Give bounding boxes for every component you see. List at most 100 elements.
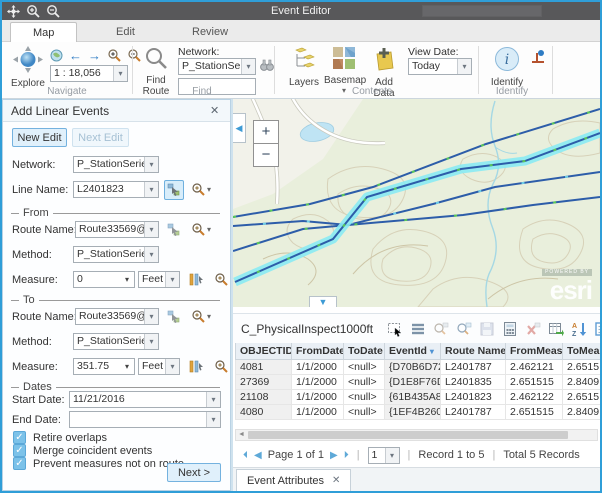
attribute-window-icon[interactable] bbox=[594, 321, 602, 337]
measure-picker-icon[interactable] bbox=[189, 272, 204, 287]
from-unit-combobox[interactable]: Feet ▾ bbox=[138, 271, 180, 288]
line-name-combobox[interactable]: L2401823 ▾ bbox=[73, 181, 159, 198]
field-calculator-icon[interactable] bbox=[502, 321, 518, 337]
identify-button[interactable]: i Identify bbox=[488, 46, 526, 88]
tab-close-icon[interactable]: ✕ bbox=[332, 475, 340, 486]
zoom-to-line-button[interactable]: ▾ bbox=[191, 182, 211, 196]
binoculars-icon[interactable] bbox=[260, 59, 274, 72]
from-route-combobox[interactable]: Route33569@Cent ▾ bbox=[75, 221, 159, 238]
delete-selected-icon[interactable] bbox=[525, 321, 541, 337]
view-date-dropdown-button[interactable]: ▾ bbox=[457, 59, 471, 74]
zoom-to-selection-icon[interactable] bbox=[433, 321, 449, 337]
col-eventid[interactable]: EventId ▾ bbox=[385, 343, 441, 360]
back-extent-icon[interactable]: ← bbox=[69, 49, 82, 62]
end-date-picker[interactable]: ▾ bbox=[69, 411, 221, 428]
first-page-button[interactable]: ⏴ bbox=[243, 450, 248, 461]
to-method-combobox[interactable]: P_StationSeries ▾ bbox=[73, 333, 159, 350]
prev-page-button[interactable]: ◀ bbox=[254, 450, 262, 461]
measure-picker-icon[interactable] bbox=[189, 359, 204, 374]
next-edit-button[interactable]: Next Edit bbox=[72, 128, 129, 147]
tab-review[interactable]: Review bbox=[170, 22, 250, 42]
line-name-dropdown-button[interactable]: ▾ bbox=[144, 182, 158, 197]
page-number-combobox[interactable]: 1 ▾ bbox=[368, 447, 400, 464]
col-todate[interactable]: ToDate bbox=[344, 343, 385, 360]
table-horizontal-scrollbar[interactable]: ◄ bbox=[235, 429, 598, 441]
page-number-caret[interactable]: ▾ bbox=[385, 448, 399, 463]
col-objectid[interactable]: OBJECTID bbox=[236, 343, 292, 360]
last-page-button[interactable]: ⏵ bbox=[344, 450, 349, 461]
map-zoom-in-button[interactable]: + bbox=[253, 120, 279, 144]
collapse-panel-left-button[interactable]: ◀ bbox=[233, 113, 246, 143]
network-dropdown-button[interactable]: ▾ bbox=[144, 157, 158, 172]
find-route-button[interactable]: Find Route ▾ bbox=[139, 46, 173, 106]
tab-map[interactable]: Map bbox=[10, 22, 77, 42]
collapse-table-button[interactable]: ▼ bbox=[309, 296, 337, 307]
from-route-dropdown-button[interactable]: ▾ bbox=[144, 222, 158, 237]
scrollbar-thumb[interactable] bbox=[248, 431, 568, 439]
from-method-dropdown-button[interactable]: ▾ bbox=[144, 247, 158, 262]
scale-combobox[interactable]: 1 : 18,056 ▾ bbox=[50, 65, 128, 82]
identify-route-location-icon[interactable] bbox=[530, 50, 546, 65]
sort-icon[interactable]: AZ bbox=[571, 321, 587, 337]
to-measure-combobox[interactable]: 351.75 ▾ bbox=[73, 358, 135, 375]
network-ribbon-combobox[interactable]: P_StationSeries ▾ bbox=[178, 58, 256, 75]
zoom-options-caret[interactable]: ▾ bbox=[207, 185, 211, 194]
zoom-options-caret[interactable]: ▾ bbox=[207, 312, 211, 321]
zoom-to-from-measure-button[interactable] bbox=[214, 272, 228, 291]
map-zoom-out-button[interactable]: − bbox=[253, 143, 279, 167]
show-selected-records-icon[interactable] bbox=[410, 321, 426, 337]
scale-dropdown-button[interactable]: ▾ bbox=[113, 66, 127, 81]
tab-edit[interactable]: Edit bbox=[94, 22, 157, 42]
full-extent-icon[interactable] bbox=[50, 49, 63, 62]
next-page-button[interactable]: ▶ bbox=[330, 450, 338, 461]
to-method-dropdown-button[interactable]: ▾ bbox=[144, 334, 158, 349]
select-to-route-button[interactable] bbox=[164, 307, 184, 327]
merge-coincident-checkbox[interactable]: ✓ bbox=[13, 444, 26, 457]
table-row[interactable]: 40801/1/2000<null>{1EF4B260-FL24017872.6… bbox=[236, 405, 601, 420]
map-view[interactable]: + − ◀ ▼ POWERED BY esri bbox=[233, 99, 600, 307]
network-ribbon-dropdown-button[interactable]: ▾ bbox=[241, 59, 255, 74]
select-features-icon[interactable] bbox=[387, 321, 403, 337]
view-date-combobox[interactable]: Today ▾ bbox=[408, 58, 472, 75]
to-route-dropdown-button[interactable]: ▾ bbox=[144, 309, 158, 324]
explore-button[interactable]: Explore bbox=[10, 46, 46, 89]
zoom-to-to-route-button[interactable]: ▾ bbox=[191, 309, 211, 323]
col-routename[interactable]: Route Name bbox=[441, 343, 506, 360]
pan-to-selection-icon[interactable] bbox=[456, 321, 472, 337]
to-route-combobox[interactable]: Route33569@Cent ▾ bbox=[75, 308, 159, 325]
col-frommeasure[interactable]: FromMeasure bbox=[506, 343, 563, 360]
next-button[interactable]: Next > bbox=[167, 463, 221, 482]
column-menu-caret[interactable]: ▾ bbox=[430, 347, 434, 356]
from-method-combobox[interactable]: P_StationSeries ▾ bbox=[73, 246, 159, 263]
end-date-dropdown-button[interactable]: ▾ bbox=[206, 412, 220, 427]
to-unit-dropdown-button[interactable]: ▾ bbox=[165, 359, 179, 374]
forward-extent-icon[interactable]: → bbox=[88, 49, 101, 62]
start-date-dropdown-button[interactable]: ▾ bbox=[206, 392, 220, 407]
from-measure-caret[interactable]: ▾ bbox=[120, 272, 134, 287]
ribbon-zoom-in-icon[interactable] bbox=[107, 48, 121, 62]
tab-event-attributes[interactable]: Event Attributes ✕ bbox=[236, 469, 351, 491]
save-edits-icon[interactable] bbox=[479, 321, 495, 337]
select-from-route-button[interactable] bbox=[164, 220, 184, 240]
zoom-options-caret[interactable]: ▾ bbox=[207, 225, 211, 234]
select-line-on-map-button[interactable] bbox=[164, 180, 184, 200]
start-date-picker[interactable]: 11/21/2016 ▾ bbox=[69, 391, 221, 408]
retire-overlaps-checkbox[interactable]: ✓ bbox=[13, 431, 26, 444]
panel-close-icon[interactable]: ✕ bbox=[210, 104, 230, 117]
to-measure-caret[interactable]: ▾ bbox=[120, 359, 134, 374]
export-table-icon[interactable] bbox=[548, 321, 564, 337]
scroll-left-arrow[interactable]: ◄ bbox=[238, 430, 245, 440]
table-row[interactable]: 40811/1/2000<null>{D70B6D72-3L24017872.4… bbox=[236, 360, 601, 375]
from-measure-combobox[interactable]: 0 ▾ bbox=[73, 271, 135, 288]
network-combobox[interactable]: P_StationSeries ▾ bbox=[73, 156, 159, 173]
zoom-to-to-measure-button[interactable] bbox=[214, 359, 228, 378]
new-edit-button[interactable]: New Edit bbox=[12, 128, 67, 147]
table-row[interactable]: 211081/1/2000<null>{61B435A8-3L24018232.… bbox=[236, 390, 601, 405]
from-unit-dropdown-button[interactable]: ▾ bbox=[165, 272, 179, 287]
col-fromdate[interactable]: FromDate bbox=[292, 343, 344, 360]
prevent-measures-checkbox[interactable]: ✓ bbox=[13, 457, 26, 470]
layers-button[interactable]: Layers bbox=[286, 46, 322, 88]
to-unit-combobox[interactable]: Feet ▾ bbox=[138, 358, 180, 375]
table-row[interactable]: 273691/1/2000<null>{D1E8F76D-FL24018352.… bbox=[236, 375, 601, 390]
col-tomeasure[interactable]: ToMea bbox=[563, 343, 601, 360]
